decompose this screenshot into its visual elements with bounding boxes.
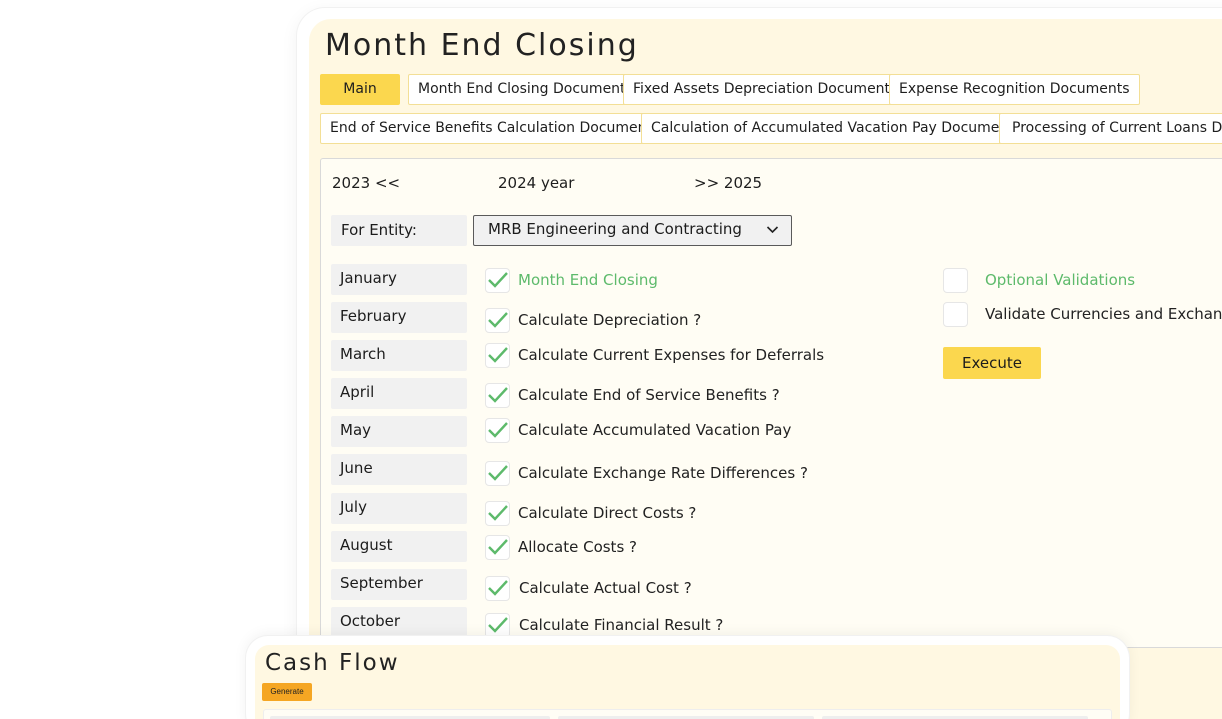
tab-main[interactable]: Main [320,74,400,105]
entity-label: For Entity: [331,215,467,246]
chevron-down-icon [766,226,779,234]
checkmark-icon [488,580,508,596]
task-label-allocate-costs: Allocate Costs ? [518,538,637,556]
task-label-deferrals: Calculate Current Expenses for Deferrals [518,346,825,364]
month-january[interactable]: January [331,264,467,295]
task-checkbox[interactable] [485,308,510,333]
next-year-link[interactable]: >> 2025 [694,174,762,192]
checkmark-icon [488,422,508,438]
page-title: Month End Closing [325,28,639,63]
optional-validations-label: Optional Validations [985,271,1136,289]
task-checkbox[interactable] [485,268,510,293]
current-year: 2024 year [498,174,575,192]
validate-currencies-label: Validate Currencies and Exchange Ra [985,305,1222,323]
tab-fixed-assets-depreciation-documents[interactable]: Fixed Assets Depreciation Documents [623,74,908,105]
task-checkbox[interactable] [485,613,510,638]
prev-year-link[interactable]: 2023 << [332,174,400,192]
checkmark-icon [488,505,508,521]
checkmark-icon [488,347,508,363]
month-march[interactable]: March [331,340,467,371]
task-label-vacation-pay: Calculate Accumulated Vacation Pay [518,421,792,439]
month-june[interactable]: June [331,454,467,485]
entity-select[interactable]: MRB Engineering and Contracting [473,215,792,246]
month-september[interactable]: September [331,569,467,600]
task-label-financial-result: Calculate Financial Result ? [519,616,724,634]
task-label-depreciation: Calculate Depreciation ? [518,311,702,329]
validate-currencies-checkbox[interactable] [943,302,968,327]
month-april[interactable]: April [331,378,467,409]
month-august[interactable]: August [331,531,467,562]
tab-expense-recognition-documents[interactable]: Expense Recognition Documents [889,74,1140,105]
task-label-actual-cost: Calculate Actual Cost ? [519,579,692,597]
checkmark-icon [488,617,508,633]
month-july[interactable]: July [331,493,467,524]
task-label-month-end-closing: Month End Closing [518,271,658,289]
tab-current-loans-documents[interactable]: Processing of Current Loans Docu [999,113,1222,144]
task-label-direct-costs: Calculate Direct Costs ? [518,504,697,522]
tab-end-of-service-benefits-documents[interactable]: End of Service Benefits Calculation Docu… [320,113,670,144]
task-checkbox[interactable] [485,461,510,486]
tab-accumulated-vacation-pay-documents[interactable]: Calculation of Accumulated Vacation Pay … [641,113,1032,144]
checkmark-icon [488,387,508,403]
month-february[interactable]: February [331,302,467,333]
checkmark-icon [488,312,508,328]
month-october[interactable]: October [331,607,467,636]
checkmark-icon [488,539,508,555]
checkmark-icon [488,272,508,288]
optional-validations-checkbox[interactable] [943,268,968,293]
generate-button[interactable]: Generate [262,683,312,701]
tab-month-end-closing-documents[interactable]: Month End Closing Documents [408,74,643,105]
task-label-exchange-rate: Calculate Exchange Rate Differences ? [518,464,808,482]
task-checkbox[interactable] [485,535,510,560]
cash-flow-title: Cash Flow [265,650,400,676]
task-checkbox[interactable] [485,343,510,368]
task-label-end-of-service: Calculate End of Service Benefits ? [518,386,780,404]
task-checkbox[interactable] [485,383,510,408]
checkmark-icon [488,465,508,481]
execute-button[interactable]: Execute [943,347,1041,379]
entity-select-value: MRB Engineering and Contracting [488,220,742,238]
task-checkbox[interactable] [485,418,510,443]
task-checkbox[interactable] [485,576,510,601]
task-checkbox[interactable] [485,501,510,526]
month-may[interactable]: May [331,416,467,447]
